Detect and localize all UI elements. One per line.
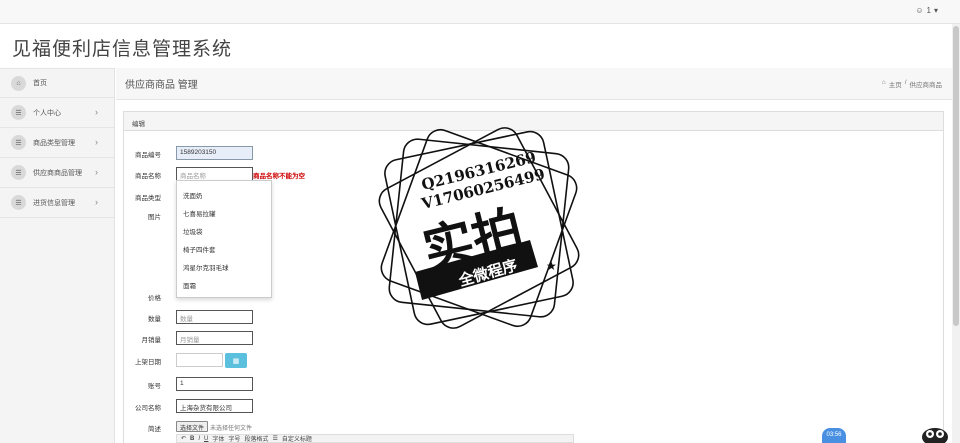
chevron-right-icon: › [95,107,98,117]
bold-button[interactable]: B [190,436,194,442]
brand-title: 见福便利店信息管理系统 [12,39,233,60]
type-dropdown[interactable]: 洗面奶 七喜易拉罐 垃圾袋 椅子四件套 鸿星尔克羽毛球 面霜 [176,180,272,298]
breadcrumb-separator: / [904,79,907,86]
page-title: 供应商商品 管理 [125,80,198,91]
sidebar-item-label: 首页 [33,80,47,87]
account-label: 账号 [148,383,161,390]
sales-label: 月销量 [141,337,162,344]
breadcrumb-current: 供应商商品 [909,82,943,89]
sidebar-item-profile[interactable]: ☰ 个人中心 › [0,98,114,128]
qty-field[interactable]: 数量 [176,310,253,324]
sidebar-item-supplier-product[interactable]: ☰ 供应商商品管理 › [0,158,114,188]
dropdown-option[interactable]: 面霜 [177,274,271,292]
type-label: 商品类型 [135,195,161,202]
font-size-select[interactable]: 字号 [228,435,240,442]
dropdown-option[interactable]: 七喜易拉罐 [177,202,271,220]
calendar-button[interactable]: ▦ [225,353,247,368]
chevron-right-icon: › [95,197,98,207]
editor-toolbar: ↶ B I U 字体 字号 段落格式 ☰ 自定义标题 [176,434,574,443]
user-label: 1 [926,6,931,15]
list-icon: ☰ [11,105,26,120]
scrollbar-thumb[interactable] [953,26,959,326]
code-label: 商品编号 [135,152,161,159]
name-error: 商品名称不能为空 [253,173,305,180]
dropdown-option[interactable]: 鸿星尔克羽毛球 [177,256,271,274]
breadcrumb: ⌂ 主页 / 供应商商品 [882,79,942,89]
sidebar-item-purchase[interactable]: ☰ 进货信息管理 › [0,188,114,218]
sidebar-item-label: 商品类型管理 [33,139,75,147]
top-bar: ☺ 1 ▾ [0,0,960,24]
code-field[interactable]: 1589203150 [176,146,253,160]
account-field[interactable]: 1 [176,377,253,391]
chevron-right-icon: › [95,167,98,177]
price-label: 价格 [148,295,161,302]
page-scrollbar[interactable] [952,24,960,443]
underline-button[interactable]: U [204,436,208,442]
list-icon: ☰ [11,135,26,150]
align-icon[interactable]: ☰ [272,435,277,442]
file-status: 未选择任何文件 [210,426,253,432]
name-field[interactable]: 商品名称 [176,167,253,181]
desc-label: 简述 [148,426,161,433]
home-icon: ⌂ [11,75,26,91]
caret-down-icon: ▾ [933,6,938,15]
qty-label: 数量 [148,316,161,323]
dropdown-option[interactable]: 垃圾袋 [177,220,271,238]
date-field[interactable] [176,353,223,367]
user-icon: ☺ [915,6,924,15]
page-header: 供应商商品 管理 ⌂ 主页 / 供应商商品 [116,68,960,100]
watermark-stamp: ★ ★ Q2196316269 V17060256499 实拍 全微程序 [370,122,588,334]
home-icon: ⌂ [881,79,886,86]
chevron-right-icon: › [95,137,98,147]
sidebar: ⌂ 首页 ☰ 个人中心 › ☰ 商品类型管理 › ☰ 供应商商品管理 › ☰ 进… [0,68,115,443]
sidebar-item-label: 供应商商品管理 [33,169,82,177]
owl-icon [922,428,948,443]
company-label: 公司名称 [135,405,161,412]
breadcrumb-home[interactable]: 主页 [889,79,902,89]
company-field[interactable]: 上海杂货有限公司 [176,399,253,413]
sidebar-item-home[interactable]: ⌂ 首页 [0,68,114,98]
italic-button[interactable]: I [198,436,200,442]
calendar-icon: ▦ [232,357,240,365]
dropdown-option[interactable]: 椅子四件套 [177,238,271,256]
dropdown-option[interactable]: 洗面奶 [177,184,271,202]
date-label: 上架日期 [135,359,161,366]
sales-field[interactable]: 月销量 [176,331,253,345]
user-menu[interactable]: ☺ 1 ▾ [915,6,938,15]
sidebar-item-label: 个人中心 [33,109,61,117]
paragraph-select[interactable]: 段落格式 [244,435,268,442]
sidebar-item-label: 进货信息管理 [33,199,75,207]
font-family-select[interactable]: 字体 [212,435,224,442]
choose-file-button[interactable]: 选择文件 [176,421,209,432]
list-icon: ☰ [11,165,26,180]
image-label: 图片 [148,214,161,221]
name-label: 商品名称 [135,173,161,180]
undo-icon[interactable]: ↶ [181,435,186,442]
sidebar-item-product-type[interactable]: ☰ 商品类型管理 › [0,128,114,158]
clock-badge: 03:56 [822,428,846,443]
svg-text:★: ★ [546,259,557,273]
list-icon: ☰ [11,195,26,210]
custom-title-select[interactable]: 自定义标题 [282,435,312,442]
